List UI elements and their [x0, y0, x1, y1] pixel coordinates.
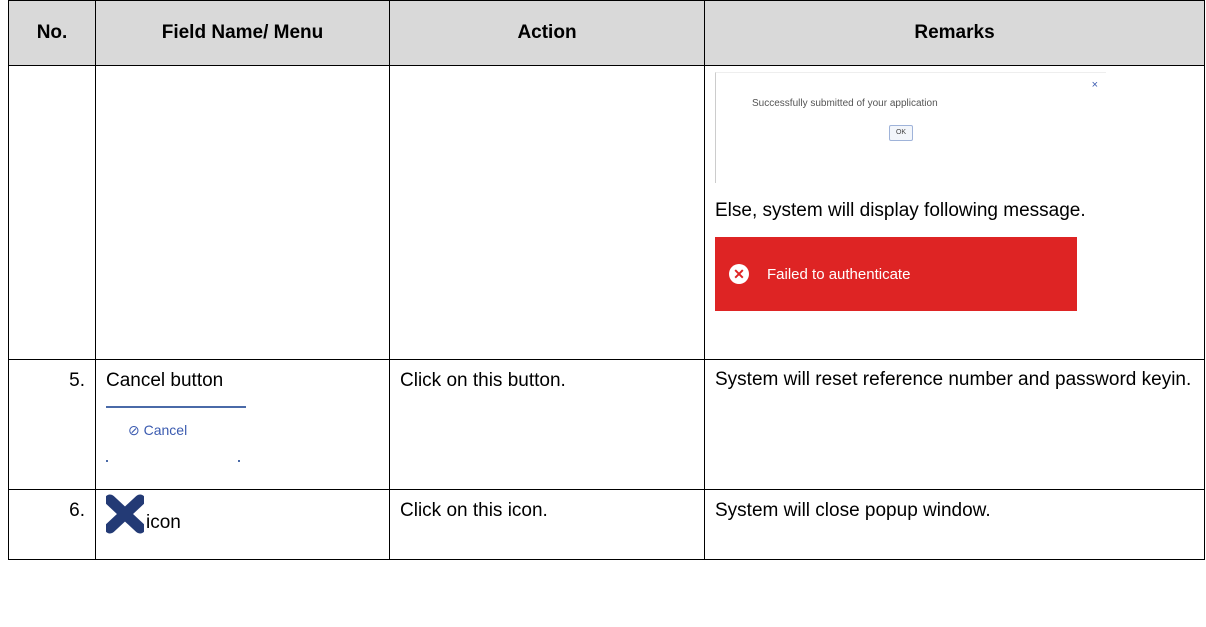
- row5-field-text: Cancel button: [106, 370, 224, 391]
- row6-field: icon: [95, 489, 390, 560]
- cancel-top-border: [106, 406, 246, 408]
- header-no: No.: [8, 0, 96, 66]
- success-popup-image: × Successfully submitted of your applica…: [715, 72, 1106, 183]
- header-action: Action: [389, 0, 705, 66]
- else-paragraph: Else, system will display following mess…: [715, 200, 1086, 221]
- row6-no: 6.: [8, 489, 96, 560]
- popup-ok-button: OK: [889, 125, 913, 141]
- cancel-dot-left: [106, 460, 108, 462]
- cell-no-empty: [8, 65, 96, 360]
- row5-field: Cancel button ⊘ Cancel: [95, 359, 390, 490]
- row5-remarks: System will reset reference number and p…: [704, 359, 1205, 490]
- header-remarks: Remarks: [704, 0, 1205, 66]
- row6-action: Click on this icon.: [389, 489, 705, 560]
- table-row-continued: × Successfully submitted of your applica…: [8, 65, 1205, 360]
- table-row-6: 6. icon Click on this icon. System will …: [8, 489, 1205, 560]
- popup-close-icon: ×: [1091, 79, 1098, 91]
- row5-no: 5.: [8, 359, 96, 490]
- error-banner-image: ✕ Failed to authenticate: [715, 237, 1077, 311]
- x-circle-icon: ✕: [729, 264, 749, 284]
- error-banner-text: Failed to authenticate: [767, 265, 911, 283]
- cell-action-empty: [389, 65, 705, 360]
- row5-action: Click on this button.: [389, 359, 705, 490]
- header-field: Field Name/ Menu: [95, 0, 390, 66]
- cancel-button-image: ⊘ Cancel: [106, 406, 246, 466]
- cell-remarks-continued: × Successfully submitted of your applica…: [704, 65, 1205, 360]
- cell-field-empty: [95, 65, 390, 360]
- row6-remarks: System will close popup window.: [704, 489, 1205, 560]
- table-row-5: 5. Cancel button ⊘ Cancel Click on this …: [8, 359, 1205, 490]
- header-row: No. Field Name/ Menu Action Remarks: [8, 0, 1205, 66]
- document-table: No. Field Name/ Menu Action Remarks × Su…: [8, 0, 1205, 560]
- popup-message: Successfully submitted of your applicati…: [752, 98, 938, 109]
- cancel-dot-right: [238, 460, 240, 462]
- close-x-icon: [106, 494, 144, 534]
- row6-field-text: icon: [146, 512, 181, 533]
- cancel-button-label: ⊘ Cancel: [128, 422, 188, 438]
